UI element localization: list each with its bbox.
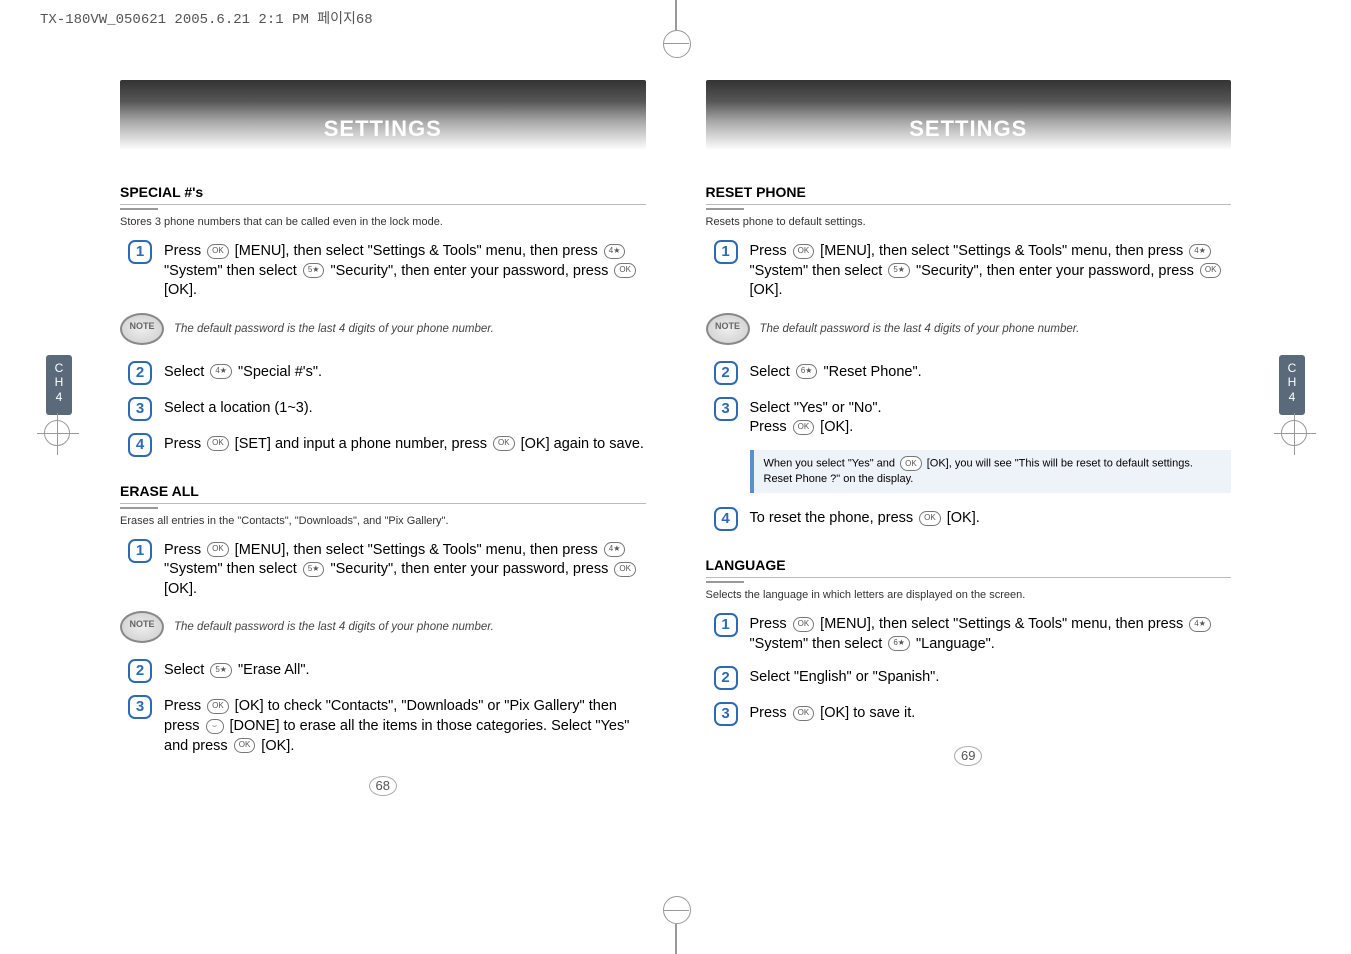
section-subtitle: Erases all entries in the "Contacts", "D… bbox=[120, 515, 646, 527]
ok-key-icon: OK bbox=[1200, 263, 1222, 278]
ok-key-icon: OK bbox=[793, 420, 815, 435]
chapter-tab-right: CH4 bbox=[1279, 355, 1305, 415]
page-number: 69 bbox=[706, 746, 1232, 766]
ok-key-icon: OK bbox=[793, 244, 815, 259]
header-title: SETTINGS bbox=[909, 116, 1027, 142]
callout-box: When you select "Yes" and OK [OK], you w… bbox=[750, 450, 1232, 493]
key-4-icon: 4★ bbox=[604, 244, 626, 259]
key-5-icon: 5★ bbox=[303, 263, 325, 278]
page-header: SETTINGS bbox=[120, 80, 646, 150]
ok-key-icon: OK bbox=[614, 263, 636, 278]
key-5-icon: 5★ bbox=[888, 263, 910, 278]
key-4-icon: 4★ bbox=[1189, 617, 1211, 632]
note-icon: NOTE bbox=[706, 313, 750, 345]
key-6-icon: 6★ bbox=[796, 364, 818, 379]
step-4: 4 Press OK [SET] and input a phone numbe… bbox=[128, 433, 646, 457]
section-subtitle: Resets phone to default settings. bbox=[706, 216, 1232, 228]
ok-key-icon: OK bbox=[493, 436, 515, 451]
registration-mark-right bbox=[1281, 420, 1307, 446]
ok-key-icon: OK bbox=[234, 738, 256, 753]
step-1: 1 Press OK [MENU], then select "Settings… bbox=[128, 240, 646, 301]
chapter-tab-left: CH4 bbox=[46, 355, 72, 415]
ok-key-icon: OK bbox=[793, 706, 815, 721]
step-4: 4 To reset the phone, press OK [OK]. bbox=[714, 507, 1232, 531]
print-header: TX-180VW_050621 2005.6.21 2:1 PM 페이지68 bbox=[40, 8, 373, 28]
note-icon: NOTE bbox=[120, 611, 164, 643]
step-2: 2 Select 4★ "Special #'s". bbox=[128, 361, 646, 385]
step-1: 1 Press OK [MENU], then select "Settings… bbox=[714, 240, 1232, 301]
key-5-icon: 5★ bbox=[210, 663, 232, 678]
note-row: NOTE The default password is the last 4 … bbox=[120, 313, 646, 345]
step-2: 2 Select "English" or "Spanish". bbox=[714, 666, 1232, 690]
step-1: 1 Press OK [MENU], then select "Settings… bbox=[128, 539, 646, 600]
note-text: The default password is the last 4 digit… bbox=[174, 621, 494, 633]
step-badge: 1 bbox=[128, 240, 152, 264]
section-title-language: LANGUAGE bbox=[706, 557, 786, 575]
page-header: SETTINGS bbox=[706, 80, 1232, 150]
registration-mark-left bbox=[44, 420, 70, 446]
note-text: The default password is the last 4 digit… bbox=[760, 323, 1080, 335]
key-4-icon: 4★ bbox=[210, 364, 232, 379]
note-row: NOTE The default password is the last 4 … bbox=[120, 611, 646, 643]
note-icon: NOTE bbox=[120, 313, 164, 345]
step-3: 3 Press OK [OK] to save it. bbox=[714, 702, 1232, 726]
ok-key-icon: OK bbox=[900, 456, 922, 471]
step-2: 2 Select 5★ "Erase All". bbox=[128, 659, 646, 683]
ok-key-icon: OK bbox=[793, 617, 815, 632]
ok-key-icon: OK bbox=[207, 436, 229, 451]
ok-key-icon: OK bbox=[919, 511, 941, 526]
step-3: 3 Select "Yes" or "No". Press OK [OK]. bbox=[714, 397, 1232, 438]
ok-key-icon: OK bbox=[207, 244, 229, 259]
note-text: The default password is the last 4 digit… bbox=[174, 323, 494, 335]
header-title: SETTINGS bbox=[324, 116, 442, 142]
section-subtitle: Selects the language in which letters ar… bbox=[706, 589, 1232, 601]
step-2: 2 Select 6★ "Reset Phone". bbox=[714, 361, 1232, 385]
page-68: SETTINGS SPECIAL #'s Stores 3 phone numb… bbox=[100, 30, 676, 834]
key-5-icon: 5★ bbox=[303, 562, 325, 577]
done-key-icon: ⌣ bbox=[206, 719, 224, 734]
ok-key-icon: OK bbox=[207, 542, 229, 557]
section-title-erase: ERASE ALL bbox=[120, 483, 199, 501]
key-4-icon: 4★ bbox=[1189, 244, 1211, 259]
crop-mark-bottom bbox=[675, 924, 677, 954]
ok-key-icon: OK bbox=[614, 562, 636, 577]
step-3: 3 Select a location (1~3). bbox=[128, 397, 646, 421]
ok-key-icon: OK bbox=[207, 699, 229, 714]
note-row: NOTE The default password is the last 4 … bbox=[706, 313, 1232, 345]
section-title-special: SPECIAL #'s bbox=[120, 184, 203, 202]
section-title-reset: RESET PHONE bbox=[706, 184, 806, 202]
page-number: 68 bbox=[120, 776, 646, 796]
key-4-icon: 4★ bbox=[604, 542, 626, 557]
page-69: SETTINGS RESET PHONE Resets phone to def… bbox=[676, 30, 1252, 834]
section-subtitle: Stores 3 phone numbers that can be calle… bbox=[120, 216, 646, 228]
step-1: 1 Press OK [MENU], then select "Settings… bbox=[714, 613, 1232, 654]
key-6-icon: 6★ bbox=[888, 636, 910, 651]
crop-mark-top bbox=[675, 0, 677, 30]
step-3: 3 Press OK [OK] to check "Contacts", "Do… bbox=[128, 695, 646, 756]
